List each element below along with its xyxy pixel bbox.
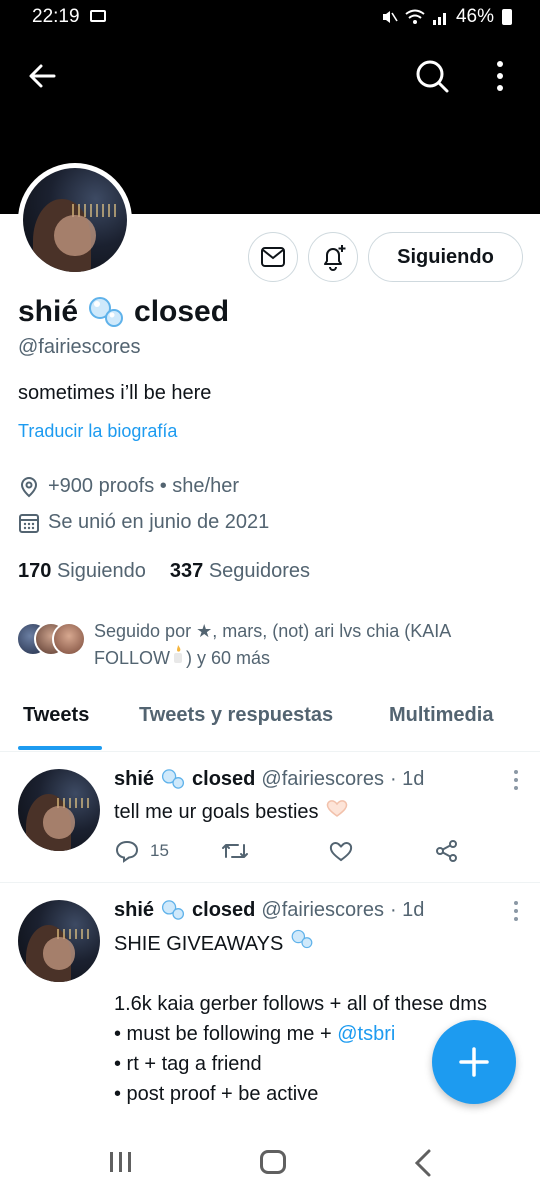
tweet-more-button[interactable] bbox=[504, 769, 527, 791]
more-vertical-icon bbox=[514, 770, 518, 790]
candle-emoji-icon bbox=[174, 645, 183, 663]
profile-name: shié closed bbox=[18, 294, 229, 330]
recent-apps-button[interactable] bbox=[110, 1152, 131, 1172]
bell-plus-icon bbox=[324, 245, 346, 271]
status-bar: 22:19 46% bbox=[0, 0, 540, 34]
profile-bio: sometimes i’ll be here bbox=[18, 382, 212, 404]
bubbles-emoji-icon bbox=[291, 929, 313, 949]
following-button[interactable]: Siguiendo bbox=[368, 232, 523, 282]
reply-count: 15 bbox=[150, 841, 169, 860]
mention-link[interactable]: @tsbri bbox=[337, 1023, 395, 1045]
avatar[interactable] bbox=[18, 769, 100, 851]
plus-icon bbox=[459, 1047, 489, 1077]
chevron-left-icon bbox=[414, 1149, 431, 1177]
location-pin-icon bbox=[20, 476, 38, 497]
tweet-more-button[interactable] bbox=[504, 900, 527, 922]
heart-hands-emoji-icon bbox=[326, 800, 348, 817]
joined-text: Se unió en junio de 2021 bbox=[48, 511, 270, 533]
search-button[interactable] bbox=[414, 58, 450, 94]
bubbles-emoji-icon bbox=[161, 900, 185, 920]
followed-by-text: Seguido por ★, mars, (not) ari lvs chia … bbox=[94, 621, 452, 668]
notifications-button[interactable] bbox=[308, 232, 358, 282]
bubbles-emoji-icon bbox=[161, 769, 185, 789]
retweet-icon bbox=[222, 844, 248, 858]
envelope-icon bbox=[261, 247, 285, 267]
wifi-icon bbox=[405, 9, 425, 24]
follow-counts: 170 Siguiendo 337 Seguidores bbox=[18, 560, 310, 583]
tab-selected-indicator bbox=[18, 746, 102, 750]
signal-icon bbox=[432, 13, 446, 25]
tweet-header: shié closed @fairiescores · 1d bbox=[114, 898, 425, 921]
calendar-icon bbox=[19, 513, 39, 533]
more-vertical-icon bbox=[514, 901, 518, 921]
location-text: +900 proofs • she/her bbox=[48, 475, 240, 497]
back-button[interactable] bbox=[24, 58, 60, 94]
profile-avatar[interactable] bbox=[18, 163, 132, 277]
tweet[interactable]: shié closed @fairiescores · 1d tell me u… bbox=[0, 753, 540, 883]
battery-icon bbox=[502, 9, 512, 25]
sim-card-icon bbox=[90, 10, 106, 22]
battery-percent: 46% bbox=[455, 6, 494, 27]
share-button[interactable] bbox=[434, 839, 460, 863]
tweet[interactable]: shié closed @fairiescores · 1d SHIE GIVE… bbox=[0, 884, 540, 1144]
more-options-button[interactable] bbox=[486, 58, 514, 94]
message-button[interactable] bbox=[248, 232, 298, 282]
tab-tweets[interactable]: Tweets bbox=[23, 704, 89, 727]
profile-tabs: Tweets Tweets y respuestas Multimedia bbox=[0, 700, 540, 752]
avatar bbox=[52, 622, 86, 656]
followers-count-link[interactable]: 337 Seguidores bbox=[170, 560, 310, 583]
heart-icon bbox=[329, 841, 353, 862]
more-vertical-icon bbox=[497, 61, 503, 91]
search-icon bbox=[416, 60, 449, 93]
tweet-header: shié closed @fairiescores · 1d bbox=[114, 767, 425, 790]
profile-location: +900 proofs • she/her bbox=[18, 475, 239, 498]
status-right: 46% bbox=[380, 6, 512, 28]
tab-media[interactable]: Multimedia bbox=[389, 704, 493, 727]
tweet-actions: 15 bbox=[114, 839, 474, 869]
mute-icon bbox=[382, 11, 398, 23]
avatar[interactable] bbox=[18, 900, 100, 982]
system-nav-bar bbox=[0, 1126, 540, 1200]
profile-name-text: shié bbox=[18, 295, 79, 328]
share-icon bbox=[436, 840, 457, 862]
profile-joined: Se unió en junio de 2021 bbox=[18, 511, 269, 534]
home-button[interactable] bbox=[260, 1150, 286, 1174]
system-back-button[interactable] bbox=[412, 1148, 434, 1183]
like-button[interactable] bbox=[328, 839, 354, 863]
back-arrow-icon bbox=[29, 64, 56, 88]
profile-handle: @fairiescores bbox=[18, 336, 141, 358]
compose-tweet-button[interactable] bbox=[432, 1020, 516, 1104]
following-count-link[interactable]: 170 Siguiendo bbox=[18, 560, 146, 583]
retweet-button[interactable] bbox=[220, 839, 250, 863]
tab-tweets-and-replies[interactable]: Tweets y respuestas bbox=[139, 704, 333, 727]
profile-name-suffix: closed bbox=[134, 295, 230, 328]
followed-by-avatars bbox=[16, 622, 86, 662]
reply-button[interactable]: 15 bbox=[114, 839, 169, 863]
reply-icon bbox=[115, 840, 139, 863]
status-time: 22:19 bbox=[32, 6, 80, 27]
tweet-text: tell me ur goals besties bbox=[114, 797, 350, 827]
bubbles-emoji-icon bbox=[89, 297, 124, 327]
followed-by[interactable]: Seguido por ★, mars, (not) ari lvs chia … bbox=[16, 618, 526, 671]
translate-bio-link[interactable]: Traducir la biografía bbox=[18, 421, 177, 442]
